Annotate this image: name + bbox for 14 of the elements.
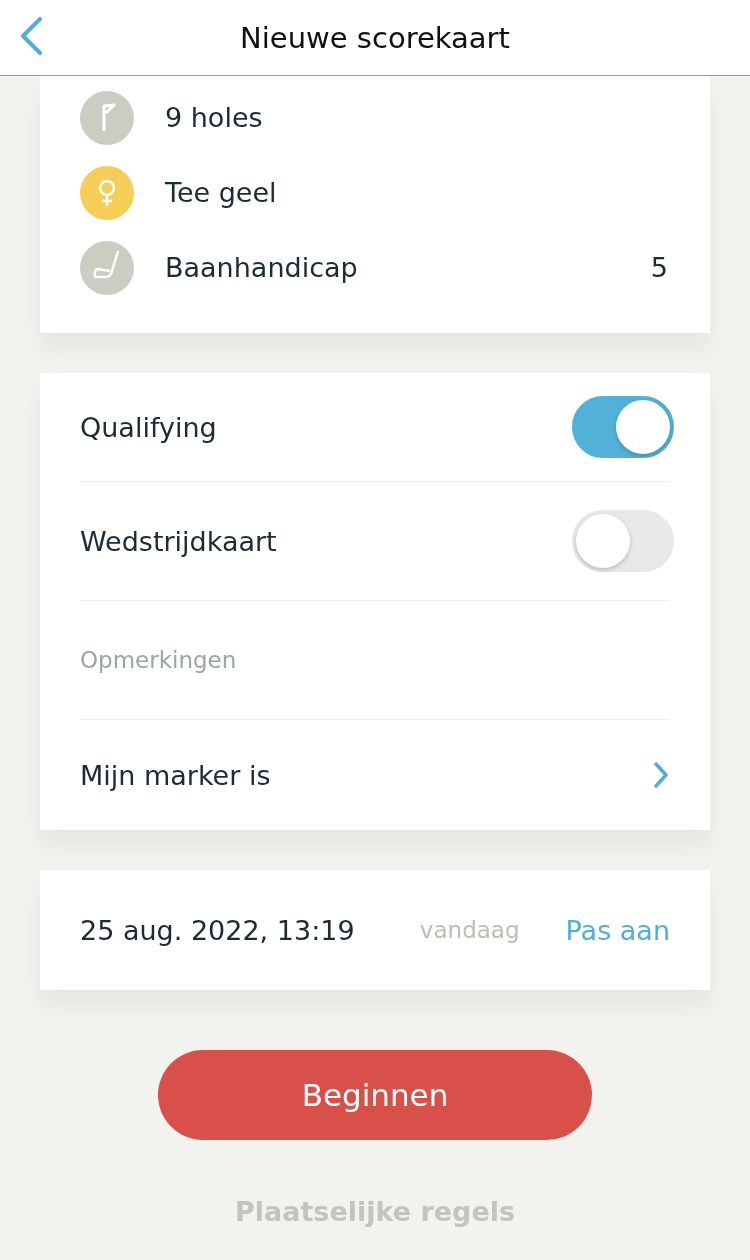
today-note: vandaag <box>419 917 520 943</box>
start-button[interactable]: Beginnen <box>158 1050 592 1140</box>
back-icon <box>18 16 44 56</box>
chevron-right-icon <box>652 760 670 790</box>
setting-label: Qualifying <box>80 411 217 443</box>
detail-value: 5 <box>650 252 668 283</box>
edit-date-link[interactable]: Pas aan <box>565 914 670 946</box>
detail-label: Tee geel <box>165 177 278 208</box>
screen-title: Nieuwe scorekaart <box>240 20 510 55</box>
date-time: 25 aug. 2022, 13:19 <box>80 914 356 946</box>
setting-label: Wedstrijdkaart <box>80 525 277 557</box>
detail-label: Baanhandicap <box>165 252 359 283</box>
marker-link[interactable]: Mijn marker is <box>80 759 271 791</box>
detail-label: 9 holes <box>165 102 264 133</box>
